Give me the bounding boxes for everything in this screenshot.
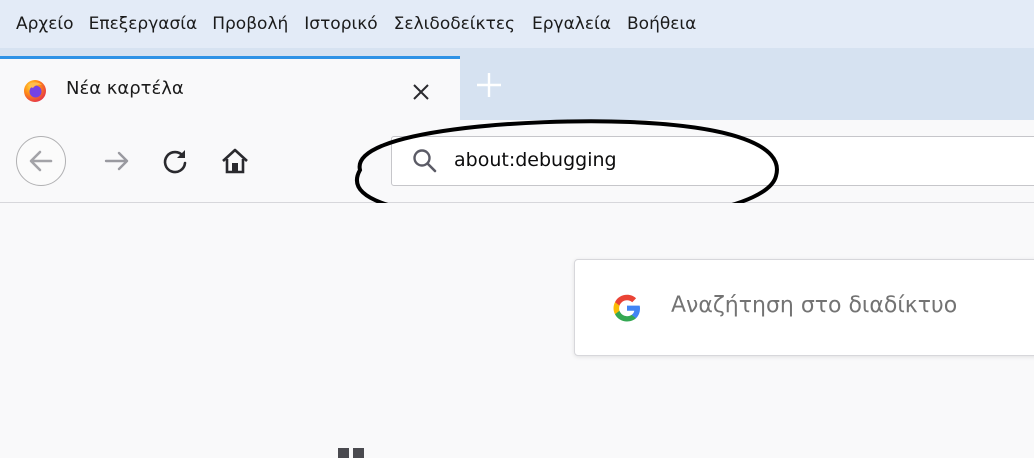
menu-file[interactable]: Αρχείο <box>16 14 74 34</box>
menu-history[interactable]: Ιστορικό <box>304 14 377 34</box>
reload-icon[interactable] <box>158 144 192 178</box>
web-search-box[interactable]: Αναζήτηση στο διαδίκτυο <box>574 259 1034 356</box>
firefox-icon <box>24 80 46 102</box>
forward-icon[interactable] <box>100 144 134 178</box>
url-bar[interactable]: about:debugging <box>391 136 1034 186</box>
google-icon <box>613 294 640 322</box>
back-icon <box>29 150 53 172</box>
menu-bar: Αρχείο Επεξεργασία Προβολή Ιστορικό Σελι… <box>0 0 1034 48</box>
tab-title: Νέα καρτέλα <box>66 78 184 99</box>
new-tab-page: Αναζήτηση στο διαδίκτυο <box>0 203 1034 458</box>
navigation-toolbar: about:debugging <box>0 120 1034 203</box>
top-sites-grid-icon <box>338 448 364 458</box>
search-placeholder: Αναζήτηση στο διαδίκτυο <box>671 293 958 318</box>
menu-bookmarks[interactable]: Σελιδοδείκτες <box>394 14 515 34</box>
menu-tools[interactable]: Εργαλεία <box>532 14 611 34</box>
menu-edit[interactable]: Επεξεργασία <box>89 14 198 34</box>
home-icon[interactable] <box>218 144 252 178</box>
search-icon <box>413 149 437 173</box>
close-icon[interactable] <box>410 81 432 103</box>
tab-strip: Νέα καρτέλα <box>0 48 1034 120</box>
back-button[interactable] <box>16 136 66 186</box>
url-input[interactable]: about:debugging <box>454 149 617 171</box>
top-sites-header <box>338 444 638 458</box>
new-tab-plus-icon[interactable] <box>474 70 504 100</box>
menu-help[interactable]: Βοήθεια <box>627 14 696 34</box>
tab-new-tab[interactable]: Νέα καρτέλα <box>0 56 460 120</box>
menu-view[interactable]: Προβολή <box>212 14 288 34</box>
